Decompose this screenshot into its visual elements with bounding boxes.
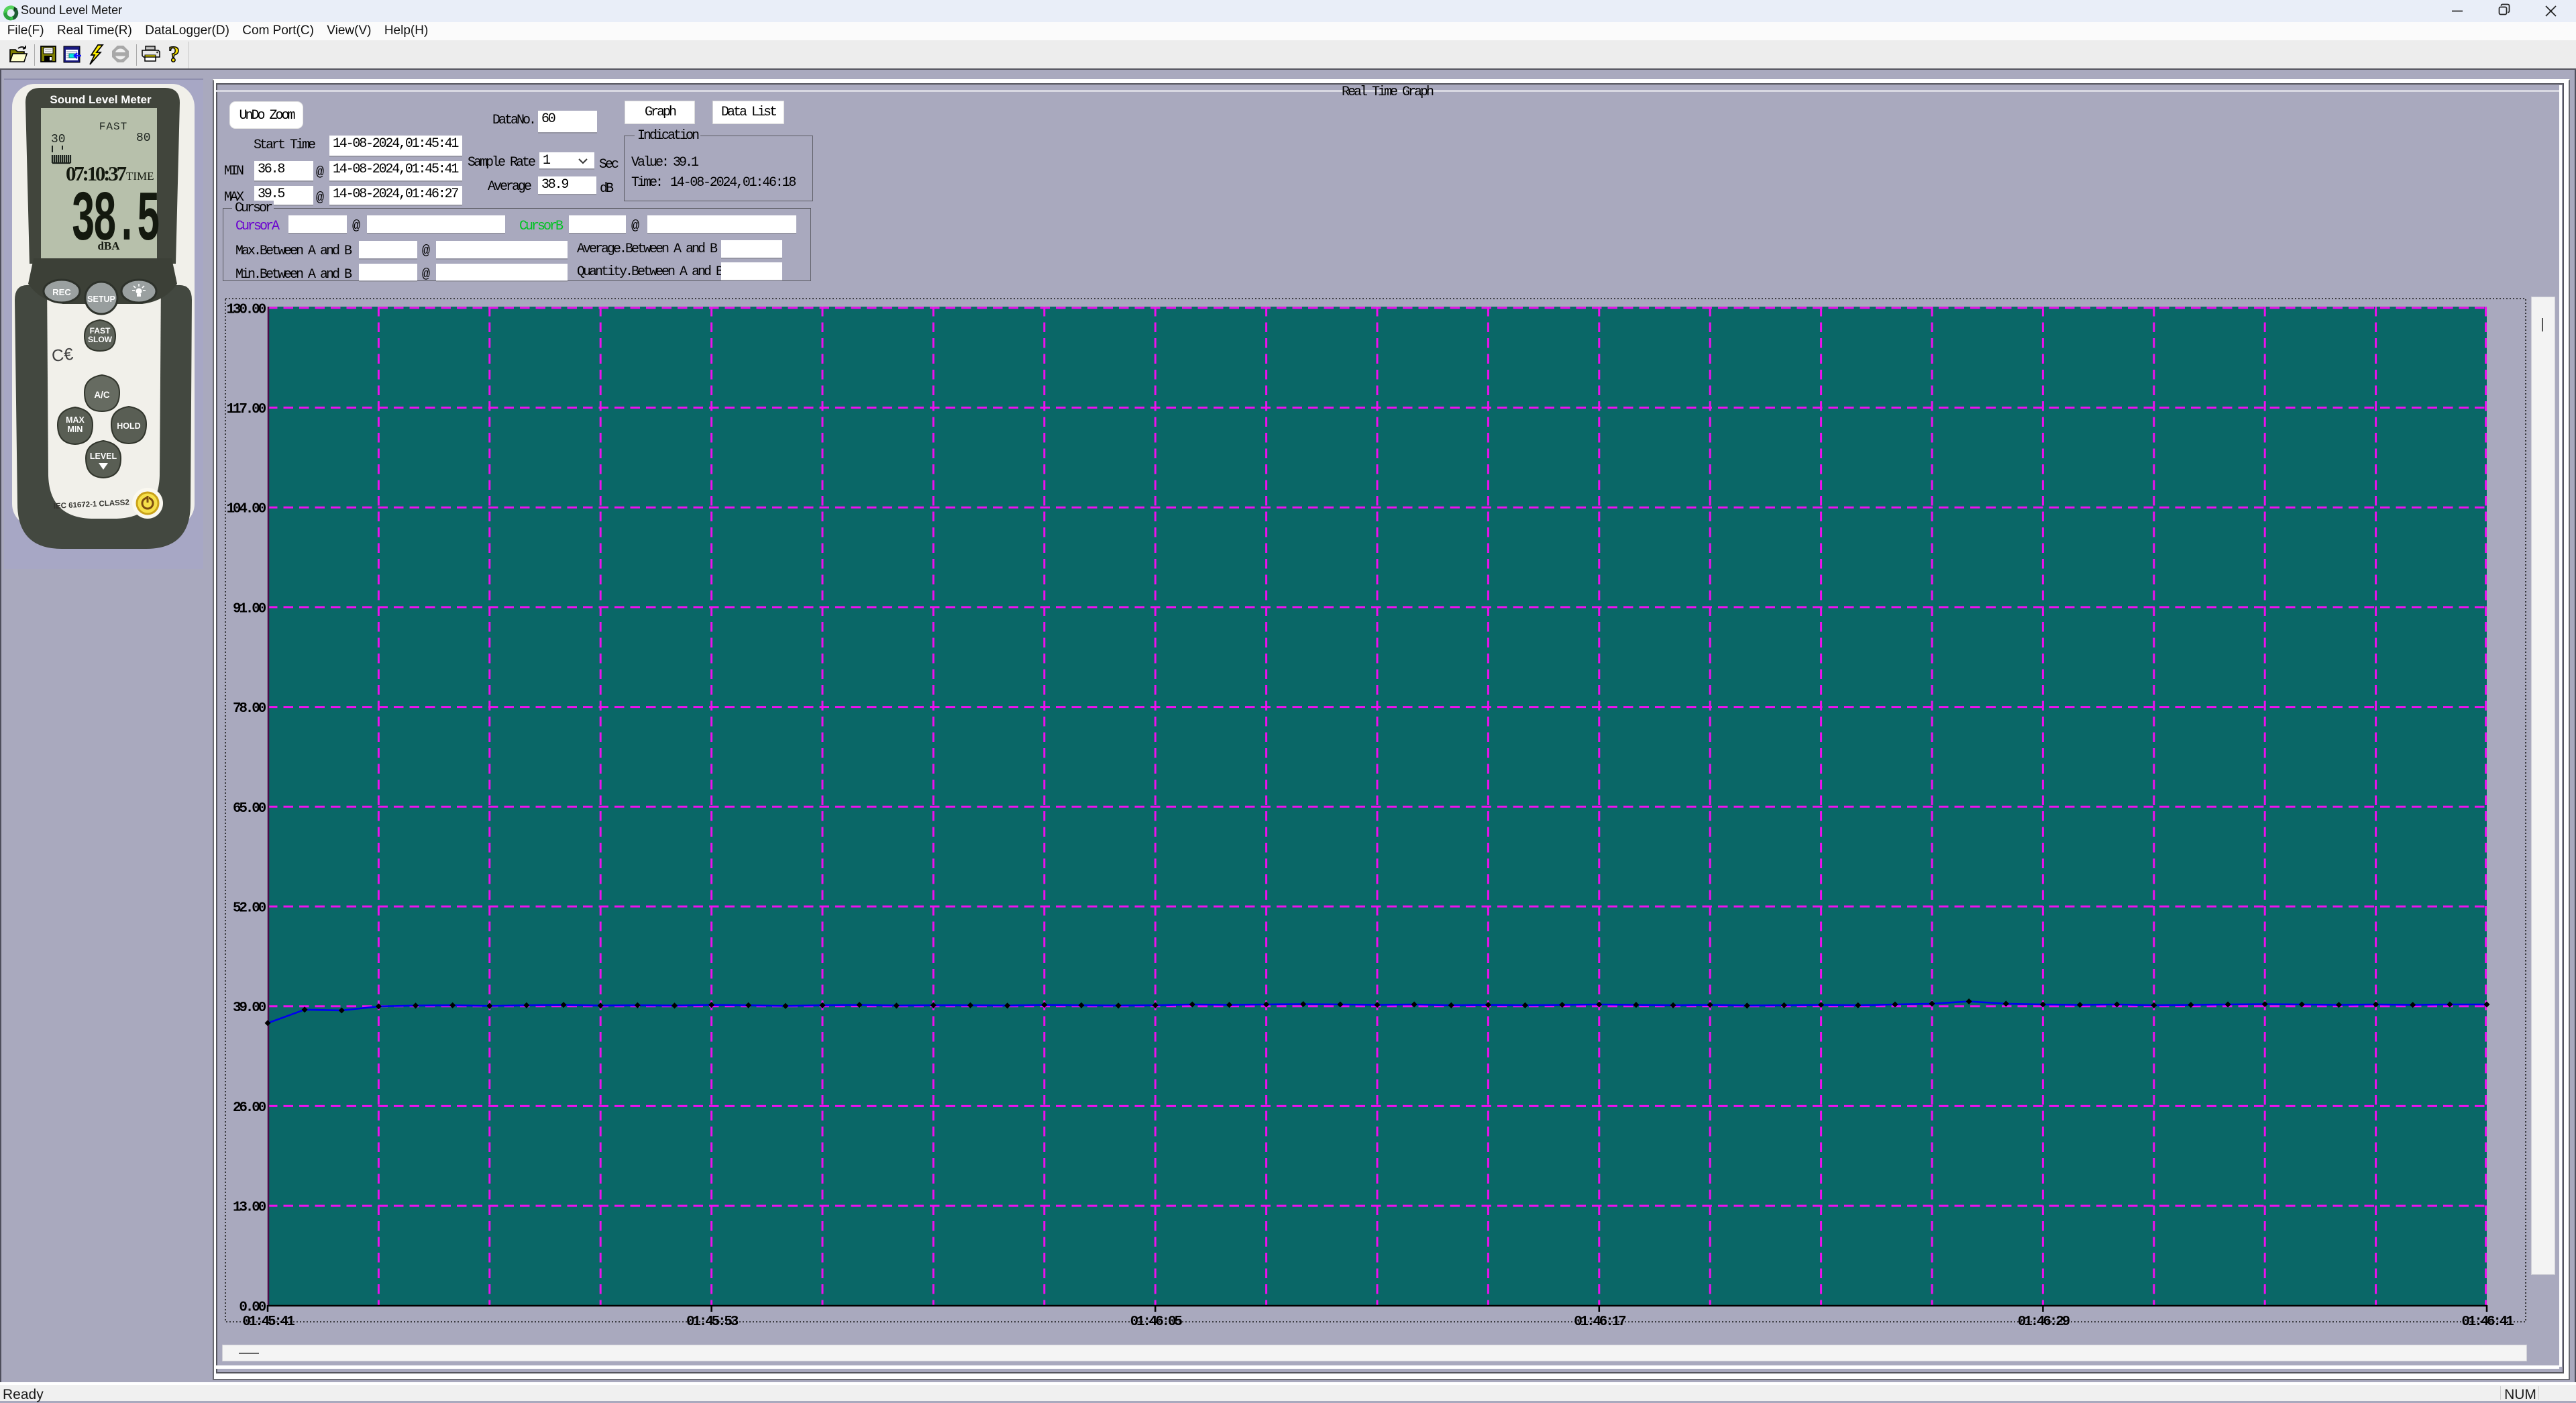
svg-text:0.00: 0.00 <box>239 1300 266 1315</box>
svg-text:01:46:29: 01:46:29 <box>2018 1314 2070 1330</box>
svg-text:01:45:41: 01:45:41 <box>242 1314 294 1330</box>
svg-text:MIN: MIN <box>68 425 83 434</box>
svg-text:01:46:41: 01:46:41 <box>2461 1314 2514 1330</box>
svg-text:REC: REC <box>52 287 71 297</box>
svg-text:HOLD: HOLD <box>117 421 140 431</box>
svg-text:117.00: 117.00 <box>227 402 266 417</box>
svg-text:26.00: 26.00 <box>233 1100 266 1116</box>
svg-text:SETUP: SETUP <box>87 295 115 304</box>
svg-text:Sound Level Meter: Sound Level Meter <box>50 93 152 106</box>
svg-text:78.00: 78.00 <box>233 701 266 717</box>
svg-text:130.00: 130.00 <box>227 302 266 317</box>
svg-text:SLOW: SLOW <box>88 335 113 344</box>
svg-text:01:45:53: 01:45:53 <box>686 1314 739 1330</box>
svg-text:91.00: 91.00 <box>233 601 266 617</box>
svg-text:C€: C€ <box>51 345 74 366</box>
svg-text:01:46:05: 01:46:05 <box>1130 1314 1183 1330</box>
svg-text:?: ? <box>168 42 180 67</box>
svg-text:13.00: 13.00 <box>233 1200 266 1216</box>
svg-text:FAST: FAST <box>90 326 111 335</box>
svg-text:80: 80 <box>136 132 151 145</box>
svg-text:dBA: dBA <box>97 240 120 252</box>
svg-text:FAST: FAST <box>99 121 127 133</box>
svg-text:A/C: A/C <box>94 390 110 400</box>
svg-text:LEVEL: LEVEL <box>90 452 117 461</box>
svg-text:104.00: 104.00 <box>227 502 266 517</box>
svg-text:39.00: 39.00 <box>233 1000 266 1016</box>
svg-text:01:46:17: 01:46:17 <box>1574 1314 1626 1330</box>
svg-text:52.00: 52.00 <box>233 901 266 917</box>
svg-text:MAX: MAX <box>66 415 85 425</box>
svg-text:65.00: 65.00 <box>233 801 266 817</box>
svg-text:30: 30 <box>51 133 66 146</box>
